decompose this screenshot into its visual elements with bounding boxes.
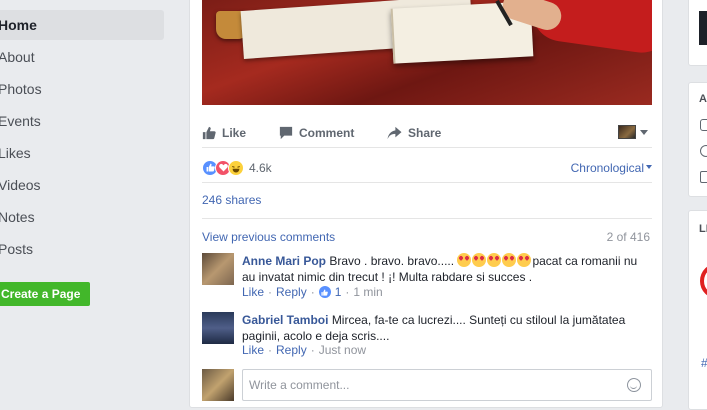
- page-root: Home About Photos Events Likes Videos No…: [0, 0, 707, 410]
- comment-text: Bravo . bravo. bravo.....: [329, 254, 455, 268]
- nav-item-likes[interactable]: Likes: [0, 138, 164, 168]
- comment-icon: [279, 126, 293, 140]
- comment-reply-link[interactable]: Reply: [276, 343, 307, 357]
- comment-timestamp[interactable]: Just now: [319, 343, 366, 357]
- comment-author[interactable]: Gabriel Tamboi: [242, 313, 328, 327]
- page-avatar-selector[interactable]: [618, 125, 648, 139]
- haha-reaction-icon[interactable]: [228, 159, 244, 176]
- link-fragment-icon[interactable]: #: [701, 356, 707, 370]
- post-photo[interactable]: [202, 0, 652, 105]
- calendar-icon: [700, 171, 707, 183]
- comment-meta: Like · Reply · Just now: [242, 343, 366, 357]
- comment-timestamp[interactable]: 1 min: [353, 285, 382, 299]
- right-card-about: A: [688, 82, 707, 197]
- page-logo-icon[interactable]: [700, 263, 707, 299]
- comment-like-count[interactable]: 1: [335, 285, 342, 299]
- separator-dot: ·: [310, 285, 315, 299]
- like-label: Like: [222, 126, 247, 140]
- comment-pagination: 2 of 416: [606, 230, 650, 244]
- comment-input[interactable]: Write a comment...: [242, 369, 652, 401]
- share-label: Share: [408, 126, 442, 140]
- view-previous-comments-link[interactable]: View previous comments: [202, 230, 335, 244]
- post-action-bar: Like Comment Share: [202, 118, 652, 148]
- thumbs-up-icon: [202, 126, 216, 140]
- reactions-row: 4.6k Chronological: [202, 153, 652, 183]
- sort-label: Chronological: [570, 161, 644, 175]
- caret-down-icon: [646, 165, 652, 169]
- reactions-count[interactable]: 4.6k: [249, 161, 272, 175]
- comment-sort-dropdown[interactable]: Chronological: [571, 161, 652, 175]
- chevron-down-icon: [640, 129, 648, 135]
- right-card-likes: LI #: [688, 210, 707, 410]
- heart-eyes-emoji-icon: [457, 253, 532, 268]
- comment-reply-link[interactable]: Reply: [276, 285, 307, 299]
- comment-input-placeholder: Write a comment...: [249, 378, 350, 392]
- current-user-avatar: [202, 369, 234, 401]
- post-card: Like Comment Share 4.6k Chronological 24…: [189, 0, 663, 408]
- comment-body: Gabriel Tamboi Mircea, fa-te ca lucrezi.…: [242, 312, 646, 344]
- avatar[interactable]: [202, 253, 234, 285]
- comment-button[interactable]: Comment: [279, 118, 354, 148]
- comment-like-link[interactable]: Like: [242, 285, 264, 299]
- separator-dot: ·: [345, 285, 350, 299]
- right-card-thumbnail: [699, 11, 707, 45]
- separator-dot: ·: [268, 343, 273, 357]
- comment-like-count-icon: [318, 286, 331, 298]
- shares-link[interactable]: 246 shares: [202, 189, 652, 219]
- right-card-heading: LI: [699, 223, 707, 235]
- create-page-button[interactable]: Create a Page: [0, 282, 90, 306]
- globe-icon: [700, 145, 707, 157]
- comment-meta: Like · Reply · 1 · 1 min: [242, 285, 383, 299]
- separator-dot: ·: [310, 343, 315, 357]
- right-card-top: [688, 0, 707, 66]
- left-navigation: Home About Photos Events Likes Videos No…: [0, 0, 175, 410]
- comment-icon: [700, 119, 707, 131]
- nav-item-photos[interactable]: Photos: [0, 74, 164, 104]
- nav-item-videos[interactable]: Videos: [0, 170, 164, 200]
- separator-dot: ·: [268, 285, 273, 299]
- page-avatar-thumbnail: [618, 125, 636, 139]
- comment-like-link[interactable]: Like: [242, 343, 264, 357]
- avatar[interactable]: [202, 312, 234, 344]
- nav-item-posts[interactable]: Posts: [0, 234, 164, 264]
- comment-author[interactable]: Anne Mari Pop: [242, 254, 326, 268]
- right-card-heading: A: [699, 93, 707, 105]
- nav-item-home[interactable]: Home: [0, 10, 164, 40]
- comment-body: Anne Mari Pop Bravo . bravo. bravo..... …: [242, 253, 646, 285]
- nav-item-notes[interactable]: Notes: [0, 202, 164, 232]
- comment-label: Comment: [299, 126, 355, 140]
- like-button[interactable]: Like: [202, 118, 246, 148]
- share-button[interactable]: Share: [387, 118, 441, 148]
- nav-item-about[interactable]: About: [0, 42, 164, 72]
- share-arrow-icon: [387, 126, 402, 140]
- nav-item-events[interactable]: Events: [0, 106, 164, 136]
- emoji-picker-icon[interactable]: [627, 378, 641, 392]
